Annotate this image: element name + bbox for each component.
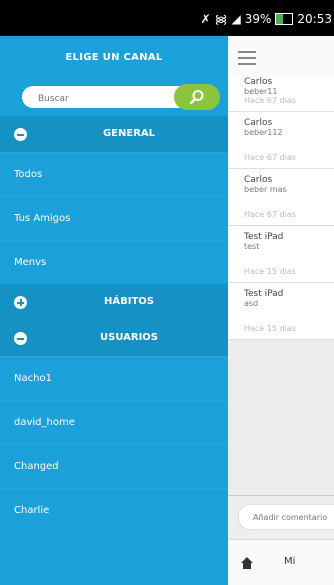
- post-text: beber11: [244, 87, 278, 96]
- search-box: [22, 84, 220, 110]
- collapse-icon: [14, 332, 27, 345]
- signal-icon: ◢: [231, 11, 241, 26]
- channel-drawer: ELIGE UN CANAL GENERAL Todos Tus Amigos …: [0, 36, 228, 585]
- post-card[interactable]: Test iPad test Hace 15 dias: [228, 226, 334, 283]
- post-time: Hace 15 dias: [244, 324, 296, 333]
- comment-input[interactable]: [251, 512, 334, 523]
- post-text: beber mas: [244, 185, 287, 194]
- search-icon: [189, 90, 204, 105]
- home-icon[interactable]: [240, 556, 254, 570]
- channel-item-menvs[interactable]: Menvs: [0, 240, 228, 284]
- menu-icon[interactable]: [238, 51, 256, 65]
- post-author: Carlos: [244, 175, 273, 185]
- bottom-bar: Mi: [228, 539, 334, 585]
- post-card[interactable]: Carlos beber112 Hace 67 dias: [228, 112, 334, 169]
- search-input[interactable]: [36, 93, 160, 105]
- post-author: Test iPad: [244, 289, 284, 299]
- battery-text: 39%: [244, 11, 272, 26]
- channel-item-tus-amigos[interactable]: Tus Amigos: [0, 196, 228, 240]
- section-general[interactable]: GENERAL: [0, 116, 228, 152]
- post-time: Hace 15 dias: [244, 267, 296, 276]
- top-bar: [228, 36, 334, 81]
- post-text: asd: [244, 299, 259, 308]
- channel-item-changed[interactable]: Changed: [0, 444, 228, 488]
- channel-item-david-home[interactable]: david_home: [0, 400, 228, 444]
- search-row: [0, 80, 228, 116]
- drawer-title: ELIGE UN CANAL: [65, 52, 163, 63]
- status-bar: ✗ ᯼ ◢ 39% 20:53: [0, 0, 334, 36]
- status-time: 20:53: [297, 11, 332, 26]
- post-time: Hace 67 dias: [244, 210, 296, 219]
- expand-icon: [14, 296, 27, 309]
- section-habitos[interactable]: HÁBITOS: [0, 284, 228, 320]
- post-time: Hace 67 dias: [244, 153, 296, 162]
- section-general-label: GENERAL: [102, 128, 156, 139]
- tab-mi[interactable]: Mi: [284, 556, 295, 567]
- collapse-icon: [14, 128, 27, 141]
- search-button[interactable]: [174, 84, 220, 110]
- post-text: beber112: [244, 128, 283, 137]
- battery-icon: [275, 12, 294, 25]
- feed-panel: Carlos beber11 Hace 67 dias Carlos beber…: [228, 36, 334, 585]
- post-author: Carlos: [244, 118, 273, 128]
- channel-item-charlie[interactable]: Charlie: [0, 488, 228, 532]
- section-usuarios[interactable]: USUARIOS: [0, 320, 228, 356]
- post-author: Carlos: [244, 77, 273, 87]
- post-card[interactable]: Carlos beber11 Hace 67 dias: [228, 77, 334, 112]
- comment-bar: [228, 495, 334, 540]
- post-author: Test iPad: [244, 232, 284, 242]
- section-habitos-label: HÁBITOS: [104, 296, 154, 307]
- comment-field: [238, 504, 334, 530]
- post-time: Hace 67 dias: [244, 96, 296, 105]
- post-text: test: [244, 242, 260, 251]
- post-card[interactable]: Carlos beber mas Hace 67 dias: [228, 169, 334, 226]
- section-usuarios-label: USUARIOS: [100, 332, 158, 343]
- post-card[interactable]: Test iPad asd Hace 15 dias: [228, 283, 334, 340]
- mute-icon: ✗: [200, 11, 211, 26]
- wifi-icon: ᯼: [214, 12, 228, 26]
- channel-item-todos[interactable]: Todos: [0, 152, 228, 196]
- channel-item-nacho1[interactable]: Nacho1: [0, 356, 228, 400]
